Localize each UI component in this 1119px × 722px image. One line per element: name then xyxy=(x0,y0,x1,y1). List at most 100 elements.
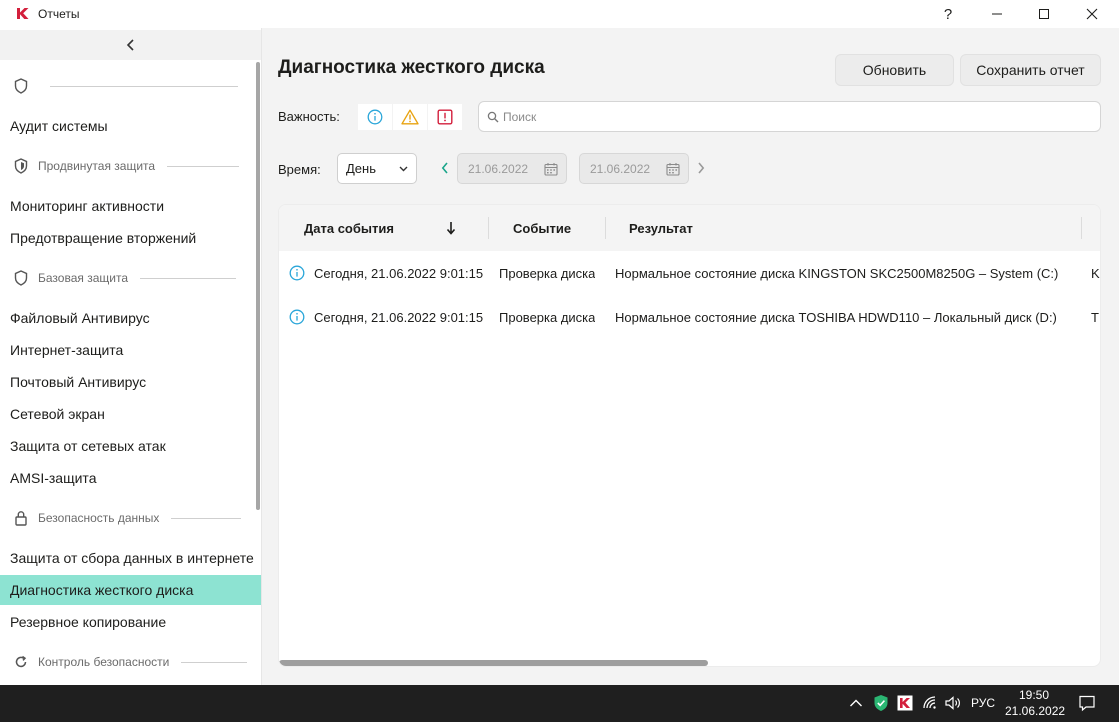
security-tray-button[interactable] xyxy=(872,694,890,712)
search-icon xyxy=(487,111,499,122)
refresh-button[interactable]: Обновить xyxy=(835,54,954,86)
shield-advanced-icon xyxy=(14,158,28,174)
date-from-field[interactable]: 21.06.2022 xyxy=(457,153,567,184)
close-button[interactable] xyxy=(1068,0,1116,28)
clock-time: 19:50 xyxy=(1018,688,1050,702)
chevron-down-icon xyxy=(399,166,408,171)
arrow-down-icon xyxy=(446,222,456,235)
sidebar-item-disk-diagnostics[interactable]: Диагностика жесткого диска xyxy=(0,575,261,605)
language-indicator[interactable]: РУС xyxy=(971,696,995,710)
row-result: Нормальное состояние диска TOSHIBA HDWD1… xyxy=(615,309,1057,325)
row-date: Сегодня, 21.06.2022 9:01:15 xyxy=(314,309,484,325)
calendar-icon xyxy=(544,162,558,176)
info-icon xyxy=(289,265,305,281)
minimize-button[interactable] xyxy=(973,0,1021,28)
kaspersky-tray-icon xyxy=(897,695,913,711)
row-extra: T xyxy=(1091,309,1099,325)
calendar-icon xyxy=(666,162,680,176)
severity-info-toggle[interactable] xyxy=(358,104,392,130)
collapse-sidebar-button[interactable] xyxy=(0,30,261,60)
column-header-date[interactable]: Дата события xyxy=(304,205,394,251)
sidebar-item-backup[interactable]: Резервное копирование xyxy=(0,607,261,637)
divider xyxy=(167,165,240,167)
lock-icon xyxy=(15,511,27,526)
sidebar-item-activity-monitor[interactable]: Мониторинг активности xyxy=(0,191,261,221)
events-table: Дата события Событие Результат Сегодня, … xyxy=(278,204,1101,667)
table-horizontal-scrollbar[interactable] xyxy=(279,660,708,666)
severity-label: Важность: xyxy=(278,109,340,124)
sidebar-item-file-antivirus[interactable]: Файловый Антивирус xyxy=(0,303,261,333)
kaspersky-tray-button[interactable] xyxy=(896,694,914,712)
previous-period-button[interactable] xyxy=(439,161,451,175)
info-icon xyxy=(367,109,383,125)
sidebar-group-top xyxy=(14,76,238,96)
refresh-shield-icon xyxy=(15,655,27,668)
date-to-field[interactable]: 21.06.2022 xyxy=(579,153,689,184)
sidebar-group-advanced: Продвинутая защита xyxy=(14,156,240,176)
period-value: День xyxy=(346,161,376,176)
sidebar-item-web-protection[interactable]: Интернет-защита xyxy=(0,335,261,365)
severity-critical-toggle[interactable] xyxy=(428,104,462,130)
title-bar: Отчеты ? xyxy=(0,0,1119,28)
date-from-value: 21.06.2022 xyxy=(468,161,529,176)
chevron-left-icon xyxy=(441,162,448,174)
sidebar-item-data-collection-protection[interactable]: Защита от сбора данных в интернете xyxy=(0,543,261,573)
volume-tray-button[interactable] xyxy=(944,694,962,712)
sidebar-group-basic: Базовая защита xyxy=(14,268,236,288)
page-title: Диагностика жесткого диска xyxy=(278,57,545,78)
row-date: Сегодня, 21.06.2022 9:01:15 xyxy=(314,265,484,281)
search-field[interactable]: Поиск xyxy=(478,101,1101,132)
clock[interactable]: 19:50 21.06.2022 xyxy=(1005,687,1066,719)
column-divider xyxy=(488,217,489,239)
chevron-right-icon xyxy=(698,162,705,174)
date-to-value: 21.06.2022 xyxy=(590,161,651,176)
show-hidden-icons-button[interactable] xyxy=(847,694,865,712)
wifi-icon xyxy=(923,696,936,709)
sort-button[interactable] xyxy=(446,205,456,251)
chevron-up-icon xyxy=(850,699,862,707)
green-shield-icon xyxy=(874,695,888,711)
sidebar-item-system-audit[interactable]: Аудит системы xyxy=(0,111,261,141)
shield-icon xyxy=(14,270,28,286)
table-header: Дата события Событие Результат xyxy=(279,205,1100,251)
column-divider xyxy=(605,217,606,239)
critical-icon xyxy=(437,109,453,125)
row-severity-icon xyxy=(289,251,305,295)
table-row[interactable]: Сегодня, 21.06.2022 9:01:15 Проверка дис… xyxy=(279,251,1100,295)
divider xyxy=(50,85,238,87)
maximize-button[interactable] xyxy=(1020,0,1068,28)
time-label: Время: xyxy=(278,162,321,177)
window-title: Отчеты xyxy=(38,7,80,21)
sidebar-group-label: Контроль безопасности xyxy=(38,655,170,669)
row-result: Нормальное состояние диска KINGSTON SKC2… xyxy=(615,265,1059,281)
period-select[interactable]: День xyxy=(337,153,417,184)
sidebar-item-amsi[interactable]: AMSI-защита xyxy=(0,463,261,493)
divider xyxy=(140,277,236,279)
row-extra: K xyxy=(1091,265,1100,281)
notifications-button[interactable] xyxy=(1078,694,1096,712)
help-button[interactable]: ? xyxy=(924,0,972,28)
next-period-button[interactable] xyxy=(695,161,707,175)
clock-date: 21.06.2022 xyxy=(1005,704,1066,718)
column-header-event[interactable]: Событие xyxy=(513,205,571,251)
sidebar-item-network-attack-blocker[interactable]: Защита от сетевых атак xyxy=(0,431,261,461)
save-report-button[interactable]: Сохранить отчет xyxy=(960,54,1101,86)
row-event: Проверка диска xyxy=(499,265,596,281)
column-header-result[interactable]: Результат xyxy=(629,205,693,251)
row-severity-icon xyxy=(289,295,305,339)
sidebar-item-mail-antivirus[interactable]: Почтовый Антивирус xyxy=(0,367,261,397)
info-icon xyxy=(289,309,305,325)
severity-warning-toggle[interactable] xyxy=(393,104,427,130)
divider xyxy=(171,517,242,519)
table-row[interactable]: Сегодня, 21.06.2022 9:01:15 Проверка дис… xyxy=(279,295,1100,339)
notification-icon xyxy=(1079,695,1095,712)
warning-icon xyxy=(401,109,419,125)
sidebar-group-label: Базовая защита xyxy=(38,271,128,285)
maximize-icon xyxy=(1039,9,1049,19)
sidebar-item-firewall[interactable]: Сетевой экран xyxy=(0,399,261,429)
sidebar-group-security-control: Контроль безопасности xyxy=(14,652,248,672)
sidebar-item-intrusion-prevention[interactable]: Предотвращение вторжений xyxy=(0,223,261,253)
network-tray-button[interactable] xyxy=(921,694,939,712)
taskbar: РУС 19:50 21.06.2022 xyxy=(0,685,1119,722)
column-divider xyxy=(1081,217,1082,239)
